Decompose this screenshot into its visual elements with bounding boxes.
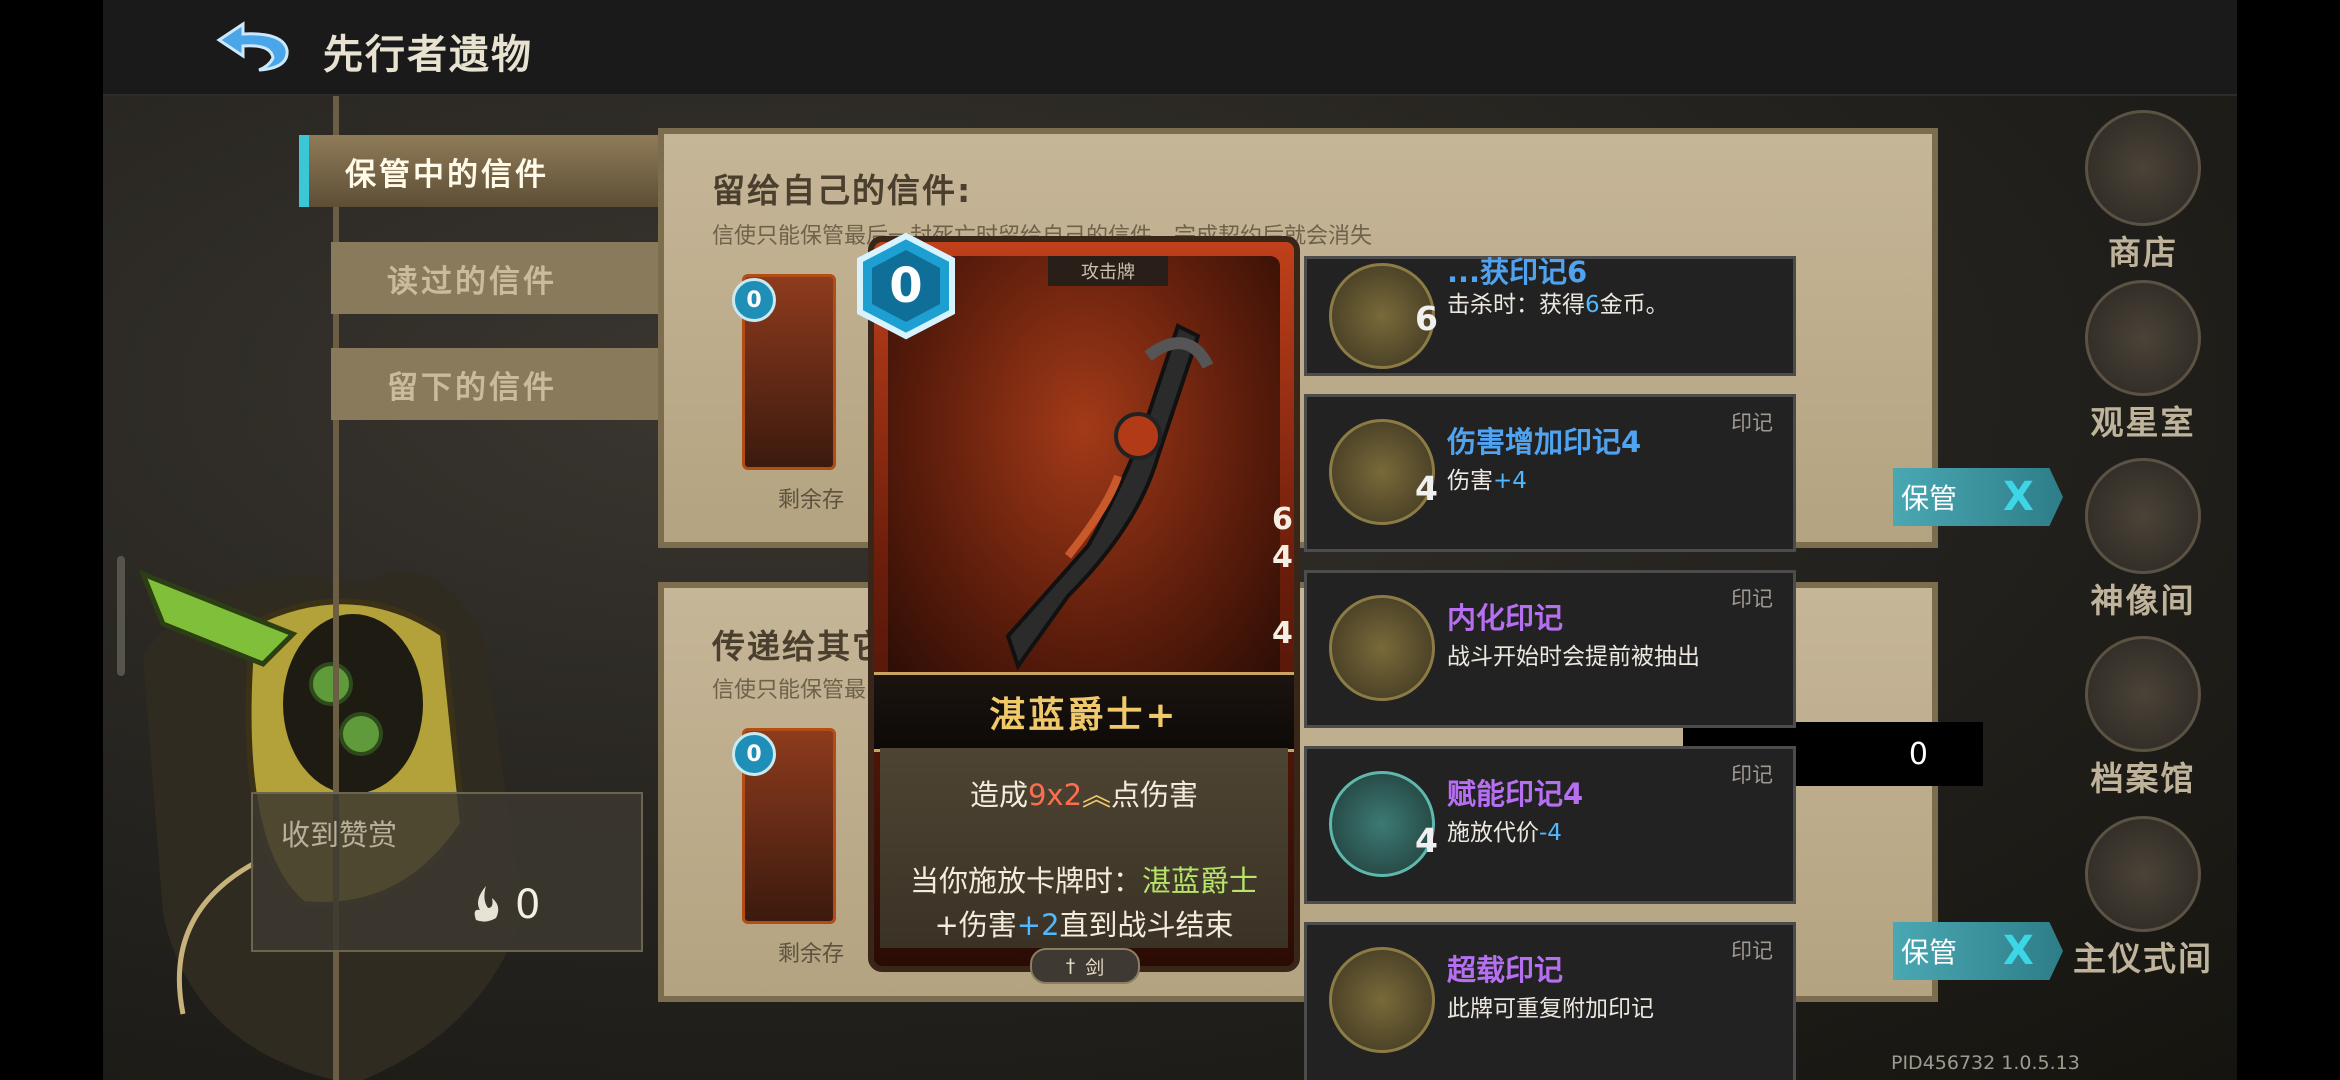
sword-icon: †	[1065, 955, 1076, 977]
remaining-label: 剩余存	[778, 942, 845, 967]
card-name: 湛蓝爵士+	[989, 695, 1179, 736]
nav-label: 神像间	[2090, 581, 2196, 620]
reward-label: 收到赞赏	[281, 818, 398, 852]
mark-count: 6	[1272, 502, 1293, 537]
tab-label: 留下的信件	[387, 369, 557, 406]
nav-label: 主仪式间	[2073, 939, 2213, 978]
goblin-merchant-illustration	[138, 569, 523, 1080]
desc-text: 造成	[969, 778, 1028, 812]
nav-label: 档案馆	[2090, 759, 2196, 798]
card-reference: 湛蓝爵士	[1142, 864, 1259, 898]
bonus-value: +2	[1016, 908, 1060, 942]
mark-tag: 印记	[1731, 763, 1773, 787]
card-category: 剑	[1085, 956, 1105, 979]
mark-desc: 击杀时：获得6金币。	[1447, 285, 1669, 319]
reward-value: 0	[515, 882, 541, 928]
desc-value: -4	[1539, 820, 1562, 846]
mark-level: 4	[1415, 821, 1438, 860]
mark-desc: 此牌可重复附加印记	[1447, 996, 1654, 1022]
card-type-label: 攻击牌	[1048, 256, 1168, 286]
panel-title: 传递给其它	[712, 627, 887, 666]
page-title: 先行者遗物	[323, 32, 533, 78]
desc-text: 金币。	[1599, 292, 1669, 318]
card-category-badge: † 剑	[1030, 948, 1140, 984]
star-icon	[2085, 280, 2201, 396]
desc-line-1: 造成9x2︽点伤害	[880, 772, 1288, 814]
tab-label: 保管中的信件	[345, 156, 549, 193]
soul-flame-icon	[474, 886, 499, 922]
panel-title: 留给自己的信件:	[712, 171, 973, 210]
mark-title: 伤害增加印记4	[1447, 425, 1642, 459]
card-cost: 0	[889, 258, 923, 314]
mark-title: 超载印记	[1447, 953, 1564, 987]
mark-tag: 印记	[1731, 939, 1773, 963]
desc-text: 施放代价	[1447, 820, 1539, 846]
overload-mark-icon	[1329, 947, 1435, 1053]
statue-icon	[2085, 458, 2201, 574]
mark-tag: 印记	[1731, 587, 1773, 611]
archive-icon	[2085, 636, 2201, 752]
close-icon[interactable]: X	[2003, 928, 2034, 974]
nav-label: 商店	[2108, 233, 2178, 272]
tab-kept-letters[interactable]: 保管中的信件	[299, 135, 719, 207]
mark-tooltip-gold: 6 ...获印记6 击杀时：获得6金币。	[1304, 255, 1796, 376]
desc-text: 当你施放卡牌时：	[909, 864, 1142, 898]
keep-label: 保管	[1901, 482, 1958, 515]
mini-card-cost: 0	[732, 278, 776, 322]
nav-label: 观星室	[2090, 403, 2196, 442]
tab-label: 读过的信件	[387, 263, 557, 300]
ritual-icon	[2085, 816, 2201, 932]
mark-title: 赋能印记4	[1447, 777, 1584, 811]
mark-count: 4	[1272, 616, 1293, 651]
nav-idol-room[interactable]: 神像间	[2058, 458, 2228, 622]
nav-shop[interactable]: 商店	[2058, 110, 2228, 274]
mark-desc: 伤害+4	[1447, 461, 1527, 495]
mark-tooltip-internalize: 印记 内化印记 战斗开始时会提前被抽出	[1304, 570, 1796, 728]
nav-ritual-hall[interactable]: 主仪式间	[2058, 816, 2228, 980]
keep-button-others[interactable]: 保管 X	[1893, 922, 2063, 980]
desc-line-3: +伤害+2直到战斗结束	[880, 902, 1288, 944]
reward-box: 收到赞赏 0	[251, 792, 643, 952]
desc-text: 直到战斗结束	[1059, 908, 1234, 942]
card-name-banner: 湛蓝爵士+	[874, 672, 1294, 752]
nav-observatory[interactable]: 观星室	[2058, 280, 2228, 444]
desc-text: 伤害	[1447, 468, 1493, 494]
nav-archive[interactable]: 档案馆	[2058, 636, 2228, 800]
panel-subtitle: 信使只能保管最	[712, 678, 867, 703]
desc-line-2: 当你施放卡牌时：湛蓝爵士	[880, 858, 1288, 900]
desc-value: 6	[1585, 292, 1600, 318]
damage-value: 9x2	[1027, 778, 1083, 812]
mark-tooltip-damage: 4 印记 伤害增加印记4 伤害+4	[1304, 394, 1796, 552]
remaining-label: 剩余存	[778, 488, 845, 513]
cursed-sword-illustration	[1005, 323, 1214, 671]
count-value: 0	[1908, 736, 1928, 772]
mini-card-cost: 0	[732, 732, 776, 776]
top-bar: 先行者遗物	[103, 0, 2237, 96]
card-description: 造成9x2︽点伤害 当你施放卡牌时：湛蓝爵士 +伤害+2直到战斗结束	[880, 748, 1288, 948]
keep-button-self[interactable]: 保管 X	[1893, 468, 2063, 526]
keep-label: 保管	[1901, 936, 1958, 969]
shop-icon	[2085, 110, 2201, 226]
side-scrollbar[interactable]	[117, 556, 125, 676]
back-arrow-icon[interactable]	[213, 16, 293, 76]
mark-tooltip-overload: 印记 超载印记 此牌可重复附加印记	[1304, 922, 1796, 1080]
desc-text: +伤害	[934, 908, 1017, 942]
mark-count: 4	[1272, 540, 1293, 575]
internalize-mark-icon	[1329, 595, 1435, 701]
mark-tooltip-empower: 4 印记 赋能印记4 施放代价-4	[1304, 746, 1796, 904]
mark-title: 内化印记	[1447, 601, 1564, 635]
desc-value: +4	[1493, 468, 1527, 494]
version-text: PID456732 1.0.5.13	[1891, 1052, 2080, 1074]
mark-level: 4	[1415, 469, 1438, 508]
desc-text: 点伤害	[1111, 778, 1199, 812]
desc-text: 击杀时：获得	[1447, 292, 1585, 318]
mark-tag: 印记	[1731, 411, 1773, 435]
mark-desc: 战斗开始时会提前被抽出	[1447, 644, 1700, 670]
mark-desc: 施放代价-4	[1447, 813, 1562, 847]
close-icon[interactable]: X	[2003, 474, 2034, 520]
upgrade-chevron-icon: ︽	[1082, 778, 1112, 812]
mark-level: 6	[1415, 299, 1438, 338]
